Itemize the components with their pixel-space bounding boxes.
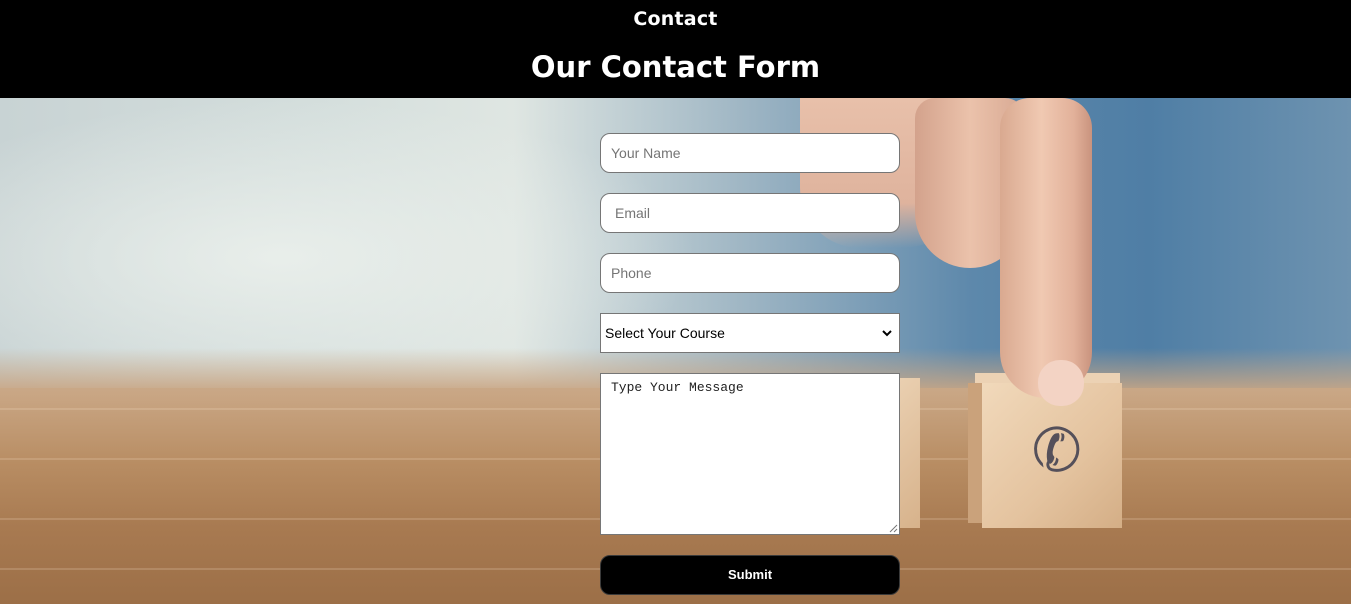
course-select[interactable]: Select Your Course bbox=[600, 313, 900, 353]
submit-button[interactable]: Submit bbox=[600, 555, 900, 595]
contact-form: Your Name Email Phone Select Your Course… bbox=[600, 133, 900, 595]
message-textarea[interactable]: Type Your Message bbox=[600, 373, 900, 535]
nav-title: Contact bbox=[633, 8, 718, 30]
name-input[interactable]: Your Name bbox=[600, 133, 900, 173]
phone-icon: ✆ bbox=[1026, 412, 1088, 490]
message-placeholder: Type Your Message bbox=[611, 380, 744, 395]
email-input[interactable]: Email bbox=[600, 193, 900, 233]
finger bbox=[1000, 98, 1092, 398]
page-header: Contact Our Contact Form bbox=[0, 0, 1351, 98]
chevron-down-icon bbox=[882, 330, 892, 337]
phone-input[interactable]: Phone bbox=[600, 253, 900, 293]
page-title: Our Contact Form bbox=[530, 50, 821, 84]
course-select-value: Select Your Course bbox=[605, 325, 725, 341]
contact-page: Contact Our Contact Form ✆ Your Name Ema… bbox=[0, 0, 1351, 604]
resize-grip-icon[interactable] bbox=[888, 523, 898, 533]
